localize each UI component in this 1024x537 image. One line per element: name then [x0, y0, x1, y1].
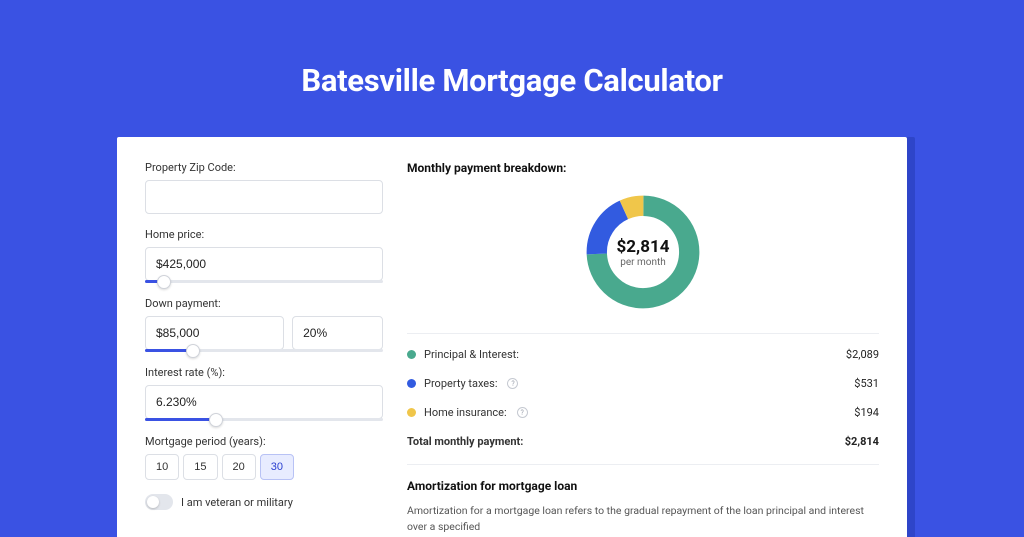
- home-price-slider-handle[interactable]: [157, 275, 171, 289]
- donut-amount: $2,814: [617, 237, 670, 257]
- breakdown-column: Monthly payment breakdown: $2,814 per mo…: [407, 161, 879, 537]
- period-button-30[interactable]: 30: [260, 454, 294, 480]
- info-icon[interactable]: ?: [507, 378, 518, 389]
- legend-dot-icon: [407, 350, 416, 359]
- interest-field: Interest rate (%):: [145, 366, 383, 421]
- donut-sub: per month: [620, 257, 666, 268]
- breakdown-label: Home insurance:: [424, 406, 507, 419]
- total-value: $2,814: [845, 435, 879, 448]
- legend-dot-icon: [407, 408, 416, 417]
- total-row: Total monthly payment: $2,814: [407, 427, 879, 456]
- home-price-label: Home price:: [145, 228, 383, 241]
- veteran-row: I am veteran or military: [145, 494, 383, 510]
- zip-input[interactable]: [145, 180, 383, 214]
- breakdown-row: Principal & Interest: $2,089: [407, 340, 879, 369]
- interest-input[interactable]: [145, 385, 383, 419]
- donut-chart: $2,814 per month: [582, 191, 704, 313]
- home-price-field: Home price:: [145, 228, 383, 283]
- period-button-15[interactable]: 15: [183, 454, 217, 480]
- down-payment-pct-input[interactable]: [292, 316, 383, 350]
- veteran-label: I am veteran or military: [181, 496, 293, 509]
- amortization-text: Amortization for a mortgage loan refers …: [407, 503, 879, 535]
- period-button-10[interactable]: 10: [145, 454, 179, 480]
- breakdown-row: Property taxes:? $531: [407, 369, 879, 398]
- breakdown-label: Property taxes:: [424, 377, 497, 390]
- interest-slider-handle[interactable]: [209, 413, 223, 427]
- breakdown-value: $531: [854, 377, 879, 390]
- calculator-card: Property Zip Code: Home price: Down paym…: [117, 137, 907, 537]
- down-payment-label: Down payment:: [145, 297, 383, 310]
- donut-chart-wrap: $2,814 per month: [407, 185, 879, 327]
- home-price-slider[interactable]: [145, 280, 383, 283]
- down-payment-slider-handle[interactable]: [186, 344, 200, 358]
- divider: [407, 333, 879, 334]
- amortization-section: Amortization for mortgage loan Amortizat…: [407, 464, 879, 535]
- period-button-20[interactable]: 20: [222, 454, 256, 480]
- legend-dot-icon: [407, 379, 416, 388]
- interest-label: Interest rate (%):: [145, 366, 383, 379]
- period-field: Mortgage period (years): 10152030: [145, 435, 383, 480]
- interest-slider[interactable]: [145, 418, 383, 421]
- zip-label: Property Zip Code:: [145, 161, 383, 174]
- breakdown-row: Home insurance:? $194: [407, 398, 879, 427]
- breakdown-value: $194: [854, 406, 879, 419]
- total-label: Total monthly payment:: [407, 435, 523, 448]
- page-title: Batesville Mortgage Calculator: [0, 62, 1024, 99]
- down-payment-slider[interactable]: [145, 349, 383, 352]
- inputs-column: Property Zip Code: Home price: Down paym…: [145, 161, 383, 537]
- breakdown-value: $2,089: [846, 348, 879, 361]
- down-payment-amount-input[interactable]: [145, 316, 284, 350]
- info-icon[interactable]: ?: [517, 407, 528, 418]
- amortization-heading: Amortization for mortgage loan: [407, 479, 879, 493]
- breakdown-heading: Monthly payment breakdown:: [407, 161, 879, 175]
- veteran-toggle[interactable]: [145, 494, 173, 510]
- zip-field: Property Zip Code:: [145, 161, 383, 214]
- breakdown-label: Principal & Interest:: [424, 348, 519, 361]
- period-label: Mortgage period (years):: [145, 435, 383, 448]
- home-price-input[interactable]: [145, 247, 383, 281]
- down-payment-field: Down payment:: [145, 297, 383, 352]
